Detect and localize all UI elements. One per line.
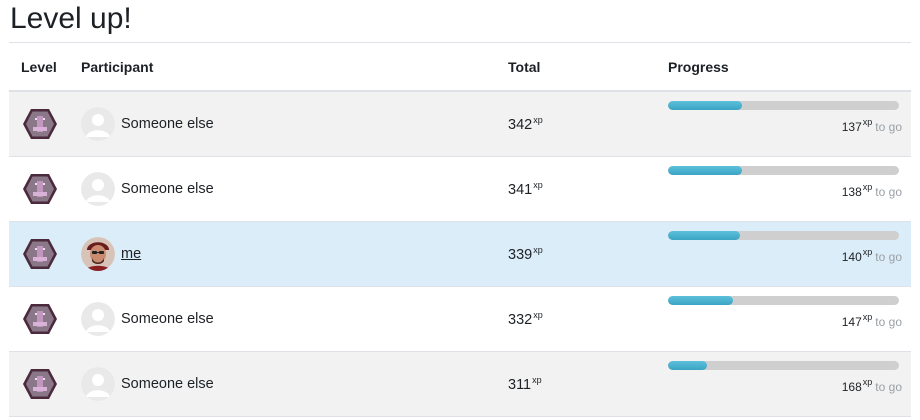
xp-suffix: xp <box>533 245 543 255</box>
header-progress: Progress <box>668 58 729 75</box>
table-row-current-user: me 339xp 140xp to go <box>9 222 911 287</box>
xp-to-go: 147xp to go <box>841 311 902 329</box>
header-participant: Participant <box>81 58 154 75</box>
default-avatar-icon <box>81 367 115 401</box>
xp-suffix: xp <box>533 180 543 190</box>
xp-to-go: 168xp to go <box>841 376 902 394</box>
xp-suffix: xp <box>533 310 543 320</box>
level-badge-icon <box>23 304 57 334</box>
level-badge-icon <box>23 239 57 269</box>
default-avatar-icon <box>81 107 115 141</box>
table-row: Someone else 341xp 138xp to go <box>9 157 911 222</box>
leaderboard-table: Level Participant Total Progress Someone… <box>9 42 911 417</box>
progress-bar <box>668 360 899 370</box>
xp-to-go: 138xp to go <box>841 181 902 199</box>
header-total: Total <box>508 58 541 75</box>
level-badge-icon <box>23 109 57 139</box>
progress-bar <box>668 100 899 110</box>
page-title: Level up! <box>10 2 132 35</box>
participant-name: Someone else <box>121 181 214 197</box>
participant-name: Someone else <box>121 311 214 327</box>
level-badge-icon <box>23 174 57 204</box>
table-row: Someone else 342xp 137xp to go <box>9 92 911 157</box>
table-header: Level Participant Total Progress <box>9 43 911 92</box>
xp-to-go: 140xp to go <box>841 246 902 264</box>
progress-bar <box>668 230 899 240</box>
default-avatar-icon <box>81 172 115 206</box>
total-xp: 341 <box>508 182 533 198</box>
participant-name-link[interactable]: me <box>121 246 141 262</box>
table-row: Someone else 332xp 147xp to go <box>9 287 911 352</box>
participant-name: Someone else <box>121 376 214 392</box>
total-xp: 332 <box>508 312 533 328</box>
xp-suffix: xp <box>533 115 543 125</box>
progress-bar-fill <box>668 165 742 175</box>
progress-bar <box>668 165 899 175</box>
level-badge-icon <box>23 369 57 399</box>
total-xp: 311 <box>508 377 532 393</box>
user-avatar-photo[interactable] <box>81 237 115 271</box>
table-row: Someone else 311xp 168xp to go <box>9 352 911 417</box>
progress-bar-fill <box>668 360 708 370</box>
progress-bar <box>668 295 899 305</box>
default-avatar-icon <box>81 302 115 336</box>
participant-name: Someone else <box>121 116 214 132</box>
xp-suffix: xp <box>532 375 542 385</box>
total-xp: 339 <box>508 247 533 263</box>
progress-bar-fill <box>668 230 740 240</box>
progress-bar-fill <box>668 295 733 305</box>
total-xp: 342 <box>508 117 533 133</box>
header-level: Level <box>21 58 57 75</box>
xp-to-go: 137xp to go <box>841 116 902 134</box>
progress-bar-fill <box>668 100 742 110</box>
